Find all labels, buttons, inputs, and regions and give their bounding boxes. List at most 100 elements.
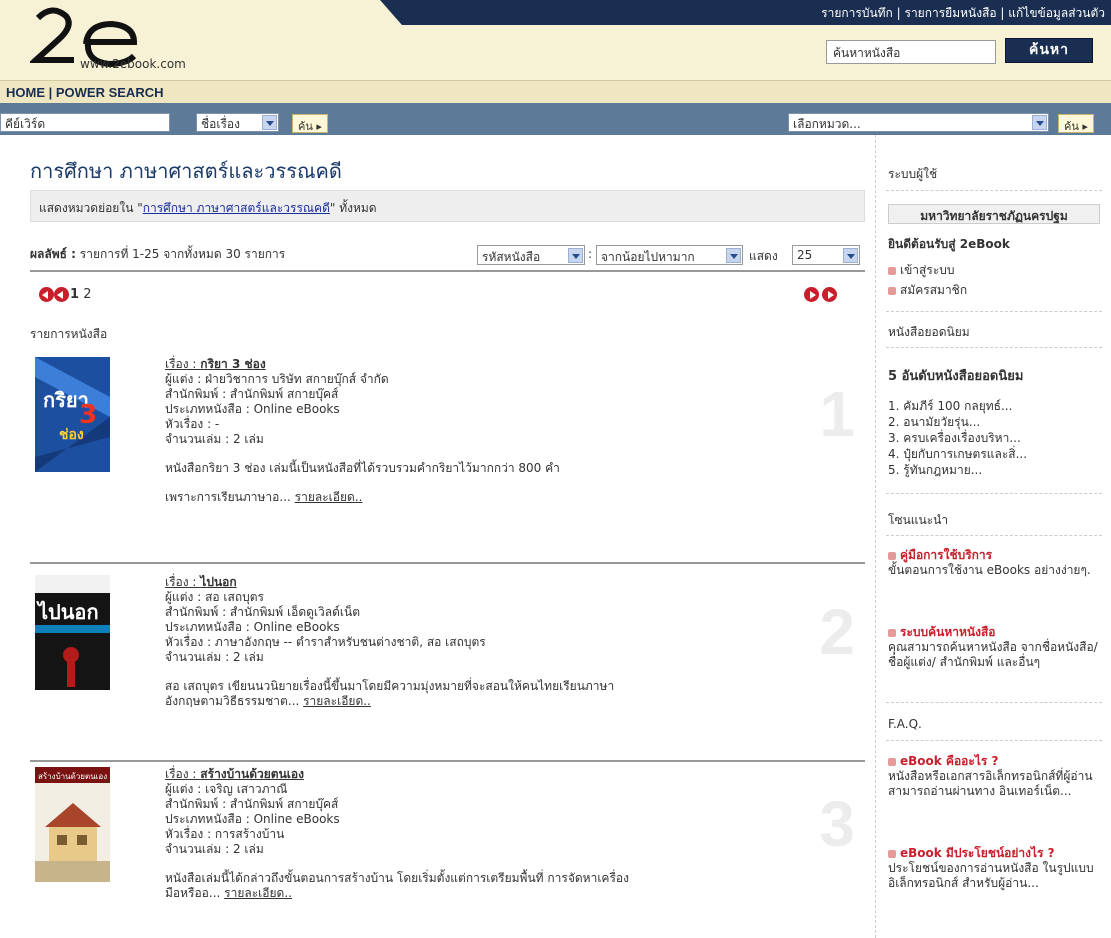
book-copies: จำนวนเล่ม : 2 เล่ม [165,432,264,446]
last-page-icon[interactable] [822,287,837,302]
subcategory-box: แสดงหมวดย่อยใน "การศึกษา ภาษาศาสตร์และวร… [30,190,865,222]
top5-item-4[interactable]: 4. ปุ๋ยกับการเกษตรและสิ่... [888,447,1106,462]
colon: : [588,247,593,261]
top5-item-1[interactable]: 1. คัมภีร์ 100 กลยุทธ์... [888,399,1106,414]
book-desc-2: มือหรืออ... [165,886,221,900]
faq1-title: eBook คืออะไร ? [900,754,999,768]
result-label: ผลลัพธ์ : [30,247,76,261]
rec2-text: คุณสามารถค้นหาหนังสือ จากชื่อหนังสือ/ ชื… [888,640,1098,669]
sort-select[interactable]: รหัสหนังสือ [477,245,585,265]
book-desc: สอ เสถบุตร เขียนนวนิยายเรื่องนี้ขึ้นมาโด… [165,679,615,693]
faq-item-1[interactable]: eBook คืออะไร ? หนังสือหรือเอกสารอิเล็กท… [888,754,1106,799]
page-title: การศึกษา ภาษาศาสตร์และวรรณคดี [30,159,342,183]
details-link[interactable]: รายละเอียด.. [295,490,363,504]
keyword-go-button[interactable]: ค้น ▸ [292,114,328,133]
sub-suffix: " ทั้งหมด [329,201,377,215]
book-publisher: สำนักพิมพ์ : สำนักพิมพ์ สกายบุ๊คส์ [165,387,339,401]
book-copies: จำนวนเล่ม : 2 เล่ม [165,842,264,856]
saved-list-link[interactable]: รายการบันทึก [821,6,893,20]
category-select[interactable]: เลือกหมวด... [788,113,1049,132]
chevron-down-icon [843,248,858,263]
subcategory-link[interactable]: การศึกษา ภาษาศาสตร์และวรรณคดี [143,201,330,215]
book-title: กริยา 3 ช่อง [200,357,266,371]
top-bar: รายการบันทึก | รายการยืมหนังสือ | แก้ไขข… [380,0,1111,25]
search-button[interactable]: ค้นหา [1005,38,1093,63]
show-label: แสดง [749,249,778,263]
book-title-link[interactable]: เรื่อง : ไปนอก [165,575,815,590]
search-input[interactable]: ค้นหาหนังสือ [826,40,996,64]
order-select-value: จากน้อยไปหามาก [601,250,695,264]
nav-links[interactable]: HOME | POWER SEARCH [6,85,163,100]
field-select[interactable]: ชื่อเรื่อง [196,113,279,132]
divider [30,270,865,272]
divider [30,760,865,762]
book-subject: หัวเรื่อง : ภาษาอังกฤษ -- ตำราสำหรับชนต่… [165,635,486,649]
title-prefix: เรื่อง : [165,357,201,371]
filter-bar: คีย์เวิร์ด ชื่อเรื่อง ค้น ▸ เลือกหมวด...… [0,103,1111,135]
show-count-select[interactable]: 25 [792,245,860,265]
recommend-item-1[interactable]: คู่มือการใช้บริการ ขั้นตอนการใช้งาน eBoo… [888,548,1106,578]
sub-prefix: แสดงหมวดย่อยใน " [39,201,143,215]
details-link[interactable]: รายละเอียด.. [303,694,371,708]
header: รายการบันทึก | รายการยืมหนังสือ | แก้ไขข… [0,0,1111,80]
cover-text: ไปนอก [36,600,99,624]
nav-bar: HOME | POWER SEARCH [0,80,1111,103]
book-desc-more: เพราะการเรียนภาษาอ... รายละเอียด.. [165,490,815,505]
book-cover[interactable]: ไปนอก [35,575,110,690]
first-page-icon[interactable] [39,287,54,302]
book-desc-2: เพราะการเรียนภาษาอ... [165,490,291,504]
user-heading: ระบบผู้ใช้ [888,167,938,181]
title-prefix: เรื่อง : [165,575,201,589]
welcome-text: ยินดีต้อนรับสู่ 2eBook [888,237,1010,251]
divider [886,702,1102,703]
book-author: ผู้แต่ง : ฝ่ายวิชาการ บริษัท สกายบุ๊กส์ … [165,372,389,386]
book-rank-number: 3 [819,788,855,860]
faq-item-2[interactable]: eBook มีประโยชน์อย่างไร ? ประโยชน์ของการ… [888,846,1106,891]
go-label-2: ค้น [1064,120,1079,133]
sort-select-value: รหัสหนังสือ [482,250,541,264]
book-publisher: สำนักพิมพ์ : สำนักพิมพ์ เอ็ดดูเวิลด์เน็ต [165,605,360,619]
title-prefix: เรื่อง : [165,767,201,781]
edit-profile-link[interactable]: แก้ไขข้อมูลส่วนตัว [1008,6,1105,20]
book-author: ผู้แต่ง : สอ เสถบุตร [165,590,264,604]
cover-text: สร้างบ้านด้วยตนเอง [38,772,107,781]
borrowed-list-link[interactable]: รายการยืมหนังสือ [905,6,997,20]
bullet-icon [888,286,896,295]
show-select-value: 25 [797,248,813,262]
divider [886,740,1102,741]
next-page-icon[interactable] [804,287,819,302]
details-link[interactable]: รายละเอียด.. [224,886,292,900]
book-cover[interactable]: สร้างบ้านด้วยตนเอง [35,767,110,882]
bullet-icon [888,628,896,637]
category-go-button[interactable]: ค้น ▸ [1058,114,1094,133]
cover-text: 3 [79,400,97,430]
book-cover[interactable]: กริยา 3 ช่อง [35,357,110,472]
keyword-input[interactable]: คีย์เวิร์ด [0,113,170,132]
faq-heading: F.A.Q. [888,717,922,731]
top5-item-3[interactable]: 3. ครบเครื่องเรื่องบริหา... [888,431,1106,446]
recommend-item-2[interactable]: ระบบค้นหาหนังสือ คุณสามารถค้นหาหนังสือ จ… [888,625,1106,670]
register-link[interactable]: สมัครสมาชิก [888,283,1106,298]
book-title-link[interactable]: เรื่อง : กริยา 3 ช่อง [165,357,815,372]
top5-item-5[interactable]: 5. รู้ทันกฎหมาย... [888,463,1106,478]
book-subject: หัวเรื่อง : การสร้างบ้าน [165,827,285,841]
field-select-value: ชื่อเรื่อง [201,117,240,131]
prev-page-icon[interactable] [54,287,69,302]
book-author: ผู้แต่ง : เจริญ เสาวภาณี [165,782,288,796]
logo-text: www.2ebook.com [80,57,186,71]
order-select[interactable]: จากน้อยไปหามาก [596,245,743,265]
book-publisher: สำนักพิมพ์ : สำนักพิมพ์ สกายบุ๊คส์ [165,797,339,811]
bullet-icon [888,266,896,275]
page-2-link[interactable]: 2 [83,287,91,302]
chevron-down-icon [568,248,583,263]
top5-item-2[interactable]: 2. อนามัยวัยรุ่น... [888,415,1106,430]
login-link[interactable]: เข้าสู่ระบบ [888,263,1106,278]
book-copies: จำนวนเล่ม : 2 เล่ม [165,650,264,664]
book-title-link[interactable]: เรื่อง : สร้างบ้านด้วยตนเอง [165,767,815,782]
faq2-title: eBook มีประโยชน์อย่างไร ? [900,846,1055,860]
book-info: เรื่อง : ไปนอก ผู้แต่ง : สอ เสถบุตร สำนั… [165,575,815,709]
top-links: รายการบันทึก | รายการยืมหนังสือ | แก้ไขข… [821,6,1105,20]
divider [886,493,1102,494]
sidebar: ระบบผู้ใช้ มหาวิทยาลัยราชภัฏนครปฐม ยินดี… [875,135,1111,938]
divider [886,311,1102,312]
